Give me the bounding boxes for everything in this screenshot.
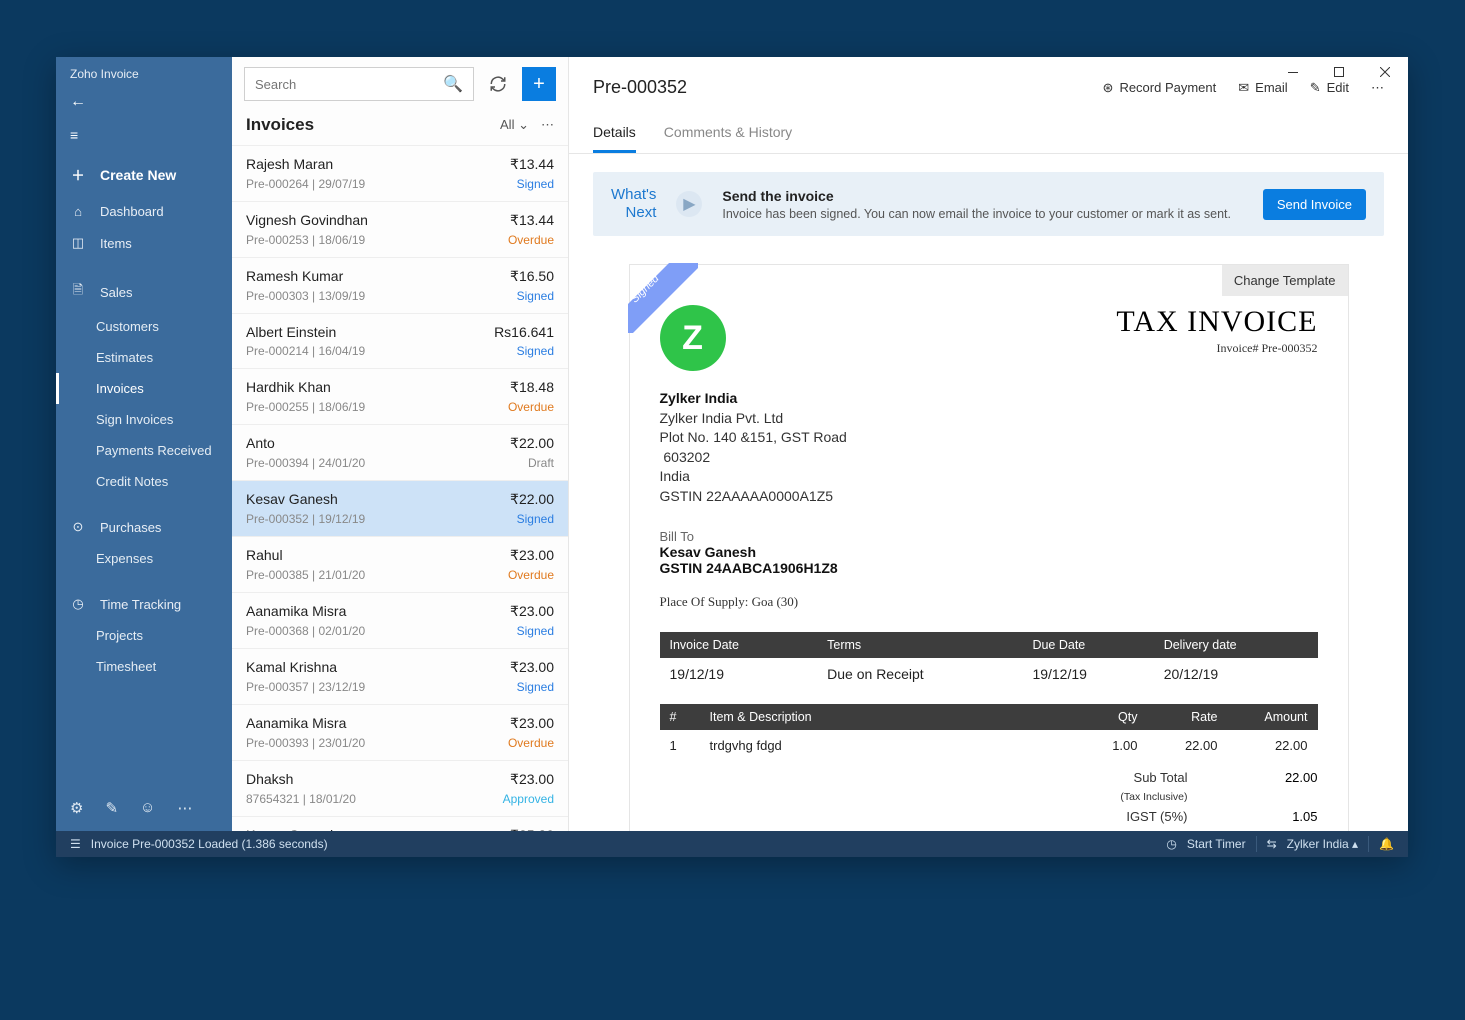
email-button[interactable]: ✉Email: [1238, 80, 1287, 96]
tax-invoice-title: TAX INVOICE: [1116, 305, 1317, 339]
app-title: Zoho Invoice: [56, 57, 232, 87]
home-icon: ⌂: [70, 204, 86, 219]
change-template-button[interactable]: Change Template: [1222, 265, 1348, 296]
add-invoice-button[interactable]: +: [522, 67, 556, 101]
sidebar-item-invoices[interactable]: Invoices: [56, 373, 232, 404]
dollar-icon: ⊙: [70, 519, 86, 535]
gear-icon[interactable]: ⚙: [70, 799, 83, 817]
detail-title: Pre-000352: [593, 77, 687, 98]
banner-heading: Send the invoice: [722, 188, 1231, 204]
invoice-row[interactable]: Kesav Ganesh₹22.00 Pre-000352 | 19/12/19…: [232, 480, 568, 536]
invoice-row[interactable]: Rajesh Maran₹13.44 Pre-000264 | 29/07/19…: [232, 145, 568, 201]
arrow-icon: ▶: [676, 191, 702, 217]
search-icon: 🔍: [443, 74, 463, 94]
org-switcher[interactable]: Zylker India ▴: [1287, 837, 1358, 851]
invoice-preview: Change Template Signed Z TAX INVOICE Inv…: [629, 264, 1349, 831]
detail-tabs: Details Comments & History: [569, 114, 1408, 154]
invoice-row[interactable]: Rahul₹23.00 Pre-000385 | 21/01/20Overdue: [232, 536, 568, 592]
sidebar: Zoho Invoice ← ≡ ＋ Create New ⌂ Dashboar…: [56, 57, 232, 831]
detail-more-icon[interactable]: ⋯: [1371, 80, 1384, 96]
invoice-row[interactable]: Aanamika Misra₹23.00 Pre-000393 | 23/01/…: [232, 704, 568, 760]
signature-icon[interactable]: ✎: [105, 799, 118, 817]
record-payment-button[interactable]: ⊛Record Payment: [1103, 80, 1217, 96]
invoice-row[interactable]: Aanamika Misra₹23.00 Pre-000368 | 02/01/…: [232, 592, 568, 648]
search-input[interactable]: [255, 77, 443, 92]
app-window: Zoho Invoice ← ≡ ＋ Create New ⌂ Dashboar…: [56, 57, 1408, 857]
chevron-down-icon: ⌄: [518, 117, 529, 132]
sidebar-item-dashboard[interactable]: ⌂ Dashboard: [56, 196, 232, 227]
invoice-row[interactable]: Kesav Ganesh₹25.20: [232, 816, 568, 831]
sidebar-footer: ⚙ ✎ ☺ ⋯: [56, 789, 232, 831]
invoice-list[interactable]: Rajesh Maran₹13.44 Pre-000264 | 29/07/19…: [232, 145, 568, 831]
sidebar-item-customers[interactable]: Customers: [56, 311, 232, 342]
swap-icon: ⇆: [1267, 837, 1277, 851]
send-invoice-button[interactable]: Send Invoice: [1263, 189, 1366, 220]
invoice-row[interactable]: Kamal Krishna₹23.00 Pre-000357 | 23/12/1…: [232, 648, 568, 704]
sidebar-item-expenses[interactable]: Expenses: [56, 543, 232, 574]
bell-icon[interactable]: 🔔: [1379, 837, 1394, 851]
currency-icon: ⊛: [1103, 80, 1114, 96]
invoice-row[interactable]: Vignesh Govindhan₹13.44 Pre-000253 | 18/…: [232, 201, 568, 257]
search-box[interactable]: 🔍: [244, 67, 474, 101]
hamburger-button[interactable]: ≡: [56, 121, 232, 153]
sidebar-item-credit-notes[interactable]: Credit Notes: [56, 466, 232, 497]
sidebar-item-items[interactable]: ◫ Items: [56, 227, 232, 259]
more-icon[interactable]: ⋯: [177, 799, 192, 817]
company-block: Zylker India Zylker India Pvt. Ltd Plot …: [660, 389, 1318, 507]
sidebar-item-payments-received[interactable]: Payments Received: [56, 435, 232, 466]
start-timer-button[interactable]: Start Timer: [1187, 837, 1246, 851]
status-message: Invoice Pre-000352 Loaded (1.386 seconds…: [91, 837, 328, 851]
timer-icon: ◷: [1166, 837, 1176, 851]
create-new-button[interactable]: ＋ Create New: [56, 153, 232, 196]
invoice-number: Invoice# Pre-000352: [1116, 341, 1317, 356]
invoice-row[interactable]: Dhaksh₹23.00 87654321 | 18/01/20Approved: [232, 760, 568, 816]
whats-next-label: What'sNext: [611, 186, 656, 222]
document-icon: 🗎: [70, 281, 86, 303]
sidebar-item-estimates[interactable]: Estimates: [56, 342, 232, 373]
invoice-row[interactable]: Hardhik Khan₹18.48 Pre-000255 | 18/06/19…: [232, 368, 568, 424]
signed-ribbon: Signed: [628, 263, 698, 333]
detail-pane: Pre-000352 ⊛Record Payment ✉Email ✎Edit …: [569, 57, 1408, 831]
stack-icon: ☰: [70, 837, 81, 851]
invoice-row[interactable]: Albert EinsteinRs16.641 Pre-000214 | 16/…: [232, 313, 568, 368]
list-more-icon[interactable]: ⋯: [541, 117, 554, 133]
invoice-row[interactable]: Anto₹22.00 Pre-000394 | 24/01/20Draft: [232, 424, 568, 480]
sidebar-item-timesheet[interactable]: Timesheet: [56, 651, 232, 682]
totals-block: Sub Total22.00 (Tax Inclusive) IGST (5%)…: [660, 767, 1318, 831]
invoice-row[interactable]: Ramesh Kumar₹16.50 Pre-000303 | 13/09/19…: [232, 257, 568, 313]
list-title: Invoices: [246, 115, 314, 135]
create-new-label: Create New: [100, 167, 176, 183]
mail-icon: ✉: [1238, 80, 1249, 96]
invoice-list-pane: 🔍 + Invoices All ⌄ ⋯ Rajesh Maran₹13.44 …: [232, 57, 569, 831]
tag-icon: ◫: [70, 235, 86, 251]
sidebar-item-projects[interactable]: Projects: [56, 620, 232, 651]
status-bar: ☰ Invoice Pre-000352 Loaded (1.386 secon…: [56, 831, 1408, 857]
tab-comments[interactable]: Comments & History: [664, 114, 792, 153]
sidebar-group-sales[interactable]: 🗎 Sales: [56, 273, 232, 311]
bill-to-block: Bill To Kesav Ganesh GSTIN 24AABCA1906H1…: [660, 529, 1318, 576]
invoice-meta-table: Invoice Date Terms Due Date Delivery dat…: [660, 632, 1318, 690]
plus-icon: ＋: [70, 165, 86, 184]
invoice-items-table: # Item & Description Qty Rate Amount 1 t…: [660, 704, 1318, 761]
banner-body: Invoice has been signed. You can now ema…: [722, 207, 1231, 221]
refresh-button[interactable]: [482, 67, 514, 101]
whats-next-banner: What'sNext ▶ Send the invoice Invoice ha…: [593, 172, 1384, 236]
place-of-supply: Place Of Supply: Goa (30): [660, 594, 1318, 610]
support-icon[interactable]: ☺: [140, 799, 155, 817]
sidebar-group-time[interactable]: ◷ Time Tracking: [56, 588, 232, 620]
back-button[interactable]: ←: [56, 87, 232, 121]
edit-button[interactable]: ✎Edit: [1310, 80, 1349, 96]
sidebar-group-purchases[interactable]: ⊙ Purchases: [56, 511, 232, 543]
clock-icon: ◷: [70, 596, 86, 612]
list-filter[interactable]: All ⌄: [500, 117, 529, 133]
pencil-icon: ✎: [1310, 80, 1321, 96]
sidebar-item-sign-invoices[interactable]: Sign Invoices: [56, 404, 232, 435]
tab-details[interactable]: Details: [593, 114, 636, 153]
